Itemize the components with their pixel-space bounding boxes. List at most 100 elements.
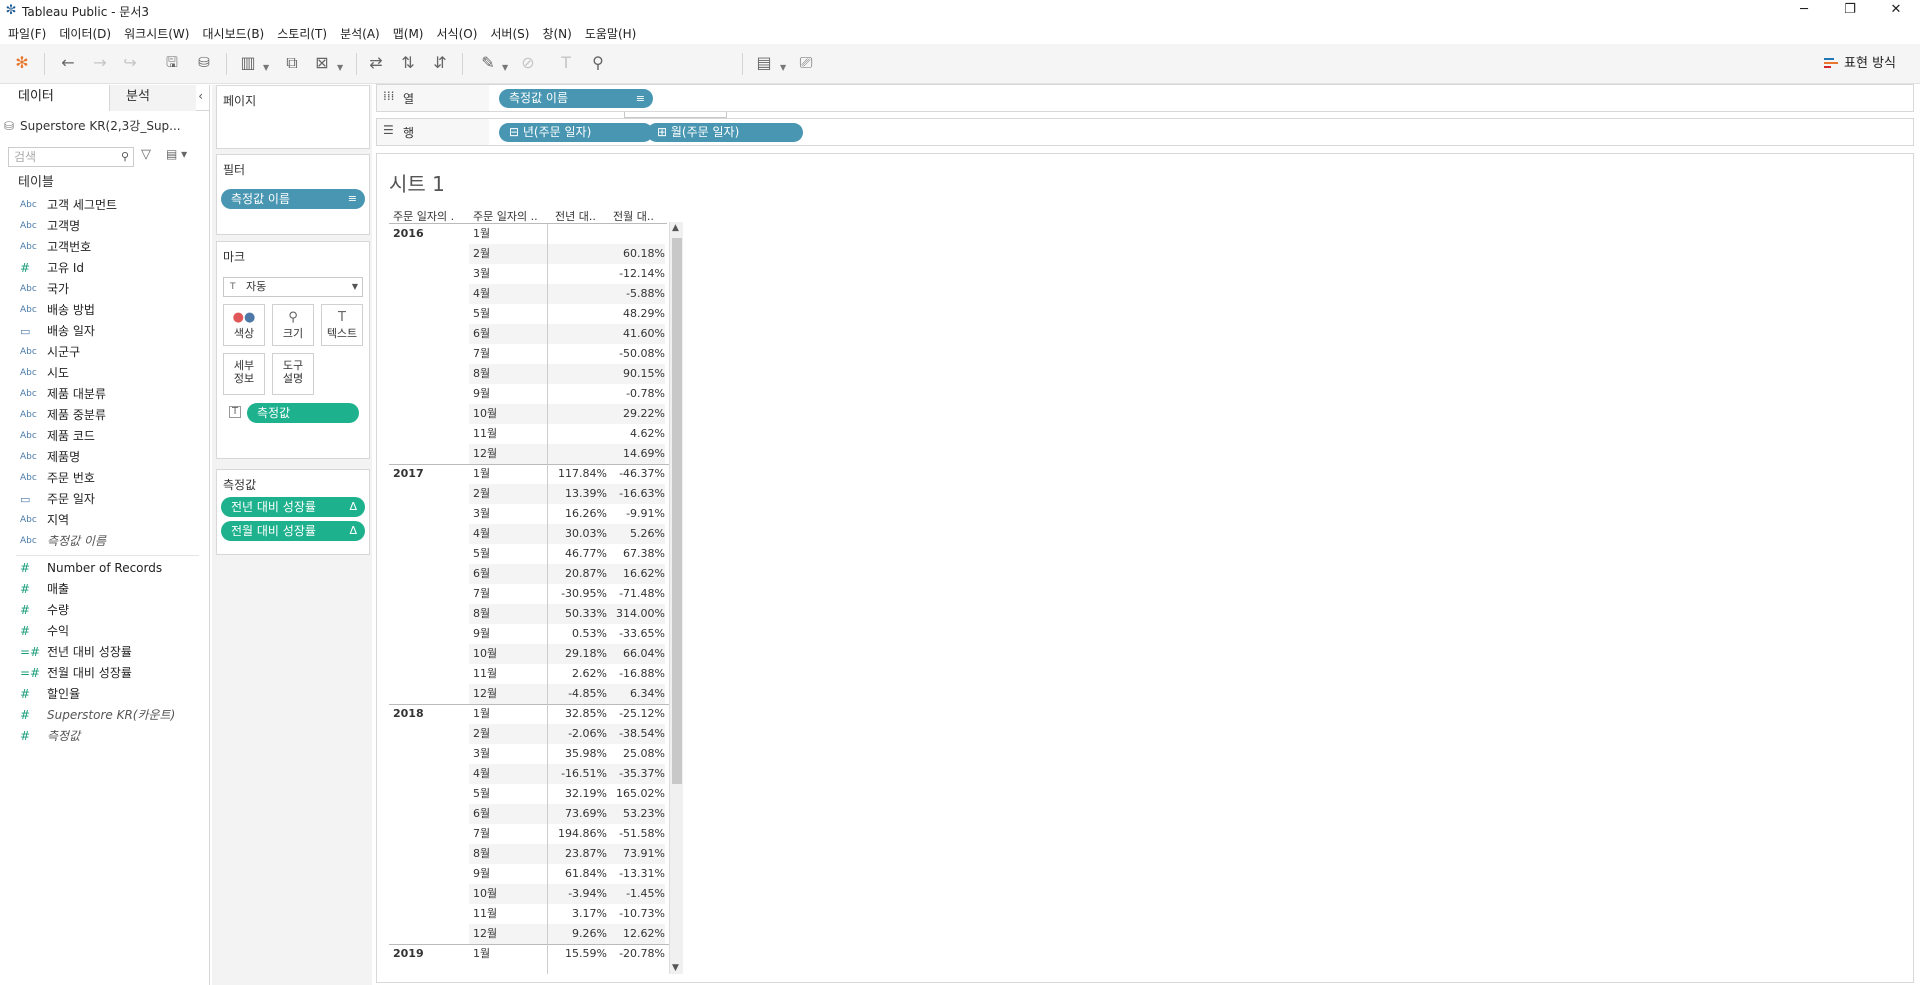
collapse-pane-icon[interactable]: ‹ bbox=[198, 89, 203, 103]
field-item[interactable]: # Number of Records bbox=[0, 558, 209, 579]
duplicate-sheet-icon[interactable]: ⧉ bbox=[280, 52, 304, 76]
yoy-growth-cell[interactable] bbox=[547, 424, 607, 444]
field-item[interactable]: Abc 국가 bbox=[0, 279, 209, 300]
scroll-thumb[interactable] bbox=[672, 238, 682, 784]
yoy-growth-cell[interactable]: 46.77% bbox=[547, 544, 607, 564]
table-row[interactable]: 12월 14.69% bbox=[389, 444, 669, 464]
field-item[interactable]: =# 전년 대비 성장률 bbox=[0, 642, 209, 663]
table-row[interactable]: 2월 60.18% bbox=[389, 244, 669, 264]
month-label[interactable]: 1월 bbox=[469, 944, 547, 964]
sort-ascending-icon[interactable]: ⇅ bbox=[396, 52, 420, 76]
yoy-growth-cell[interactable]: 117.84% bbox=[547, 464, 607, 484]
table-row[interactable]: 10월 -3.94% -1.45% bbox=[389, 884, 669, 904]
table-row[interactable]: 5월 48.29% bbox=[389, 304, 669, 324]
table-row[interactable]: 7월 194.86% -51.58% bbox=[389, 824, 669, 844]
month-label[interactable]: 3월 bbox=[469, 744, 547, 764]
month-label[interactable]: 2월 bbox=[469, 484, 547, 504]
month-label[interactable]: 7월 bbox=[469, 824, 547, 844]
table-row[interactable]: 5월 46.77% 67.38% bbox=[389, 544, 669, 564]
field-item[interactable]: # 매출 bbox=[0, 579, 209, 600]
mom-growth-cell[interactable]: -20.78% bbox=[607, 944, 665, 964]
swap-rows-columns-icon[interactable]: ⇄ bbox=[364, 52, 388, 76]
field-item[interactable]: # 수량 bbox=[0, 600, 209, 621]
field-item[interactable]: Abc 측정값 이름 bbox=[0, 531, 209, 552]
field-item[interactable]: # 고유 Id bbox=[0, 258, 209, 279]
close-button[interactable]: ✕ bbox=[1873, 0, 1919, 22]
month-label[interactable]: 9월 bbox=[469, 624, 547, 644]
mom-growth-cell[interactable]: -25.12% bbox=[607, 704, 665, 724]
month-label[interactable]: 6월 bbox=[469, 804, 547, 824]
month-label[interactable]: 6월 bbox=[469, 324, 547, 344]
mom-growth-cell[interactable]: 314.00% bbox=[607, 604, 665, 624]
month-label[interactable]: 9월 bbox=[469, 384, 547, 404]
yoy-growth-cell[interactable]: 3.17% bbox=[547, 904, 607, 924]
mom-growth-cell[interactable]: 4.62% bbox=[607, 424, 665, 444]
field-item[interactable]: # 수익 bbox=[0, 621, 209, 642]
sheet-title[interactable]: 시트 1 bbox=[389, 168, 445, 197]
replay-icon[interactable]: ↪ bbox=[118, 52, 142, 76]
table-row[interactable]: 8월 90.15% bbox=[389, 364, 669, 384]
table-row[interactable]: 9월 61.84% -13.31% bbox=[389, 864, 669, 884]
field-item[interactable]: Abc 주문 번호 bbox=[0, 468, 209, 489]
mom-growth-cell[interactable]: 165.02% bbox=[607, 784, 665, 804]
yoy-growth-cell[interactable]: 194.86% bbox=[547, 824, 607, 844]
yoy-growth-cell[interactable]: -30.95% bbox=[547, 584, 607, 604]
month-label[interactable]: 2월 bbox=[469, 244, 547, 264]
table-row[interactable]: 11월 2.62% -16.88% bbox=[389, 664, 669, 684]
month-label[interactable]: 11월 bbox=[469, 904, 547, 924]
mark-type-select[interactable]: T 자동 ▼ bbox=[223, 277, 363, 297]
undo-icon[interactable]: ← bbox=[56, 52, 80, 76]
table-row[interactable]: 3월 35.98% 25.08% bbox=[389, 744, 669, 764]
month-label[interactable]: 1월 bbox=[469, 464, 547, 484]
vertical-scrollbar[interactable]: ▲ ▼ bbox=[669, 222, 683, 974]
yoy-growth-cell[interactable] bbox=[547, 264, 607, 284]
yoy-growth-cell[interactable]: 32.19% bbox=[547, 784, 607, 804]
field-item[interactable]: Abc 제품 대분류 bbox=[0, 384, 209, 405]
field-item[interactable]: Abc 고객명 bbox=[0, 216, 209, 237]
show-me-button[interactable]: 표현 방식 bbox=[1824, 52, 1896, 76]
month-label[interactable]: 1월 bbox=[469, 704, 547, 724]
table-row[interactable]: 2월 13.39% -16.63% bbox=[389, 484, 669, 504]
yoy-growth-cell[interactable]: 30.03% bbox=[547, 524, 607, 544]
size-button[interactable]: ⚲ 크기 bbox=[272, 304, 314, 346]
month-label[interactable]: 10월 bbox=[469, 884, 547, 904]
month-label[interactable]: 5월 bbox=[469, 304, 547, 324]
month-label[interactable]: 6월 bbox=[469, 564, 547, 584]
menu-analysis[interactable]: 분석(A) bbox=[340, 25, 380, 42]
yoy-growth-cell[interactable] bbox=[547, 444, 607, 464]
field-item[interactable]: =# 전월 대비 성장률 bbox=[0, 663, 209, 684]
new-worksheet-icon[interactable]: ▥ bbox=[236, 52, 260, 76]
table-row[interactable]: 3월 -12.14% bbox=[389, 264, 669, 284]
mom-growth-cell[interactable]: 29.22% bbox=[607, 404, 665, 424]
field-item[interactable]: ▭ 배송 일자 bbox=[0, 321, 209, 342]
menu-worksheet[interactable]: 워크시트(W) bbox=[124, 25, 189, 42]
yoy-growth-cell[interactable]: 61.84% bbox=[547, 864, 607, 884]
table-row[interactable]: 8월 23.87% 73.91% bbox=[389, 844, 669, 864]
mom-growth-cell[interactable]: -1.45% bbox=[607, 884, 665, 904]
mom-growth-cell[interactable]: -9.91% bbox=[607, 504, 665, 524]
yoy-growth-cell[interactable]: 15.59% bbox=[547, 944, 607, 964]
table-row[interactable]: 4월 -5.88% bbox=[389, 284, 669, 304]
menu-window[interactable]: 창(N) bbox=[542, 25, 571, 42]
yoy-growth-cell[interactable]: 32.85% bbox=[547, 704, 607, 724]
mom-growth-cell[interactable]: -51.58% bbox=[607, 824, 665, 844]
save-icon[interactable]: 🖫 bbox=[160, 52, 184, 76]
field-item[interactable]: Abc 고객 세그먼트 bbox=[0, 195, 209, 216]
table-row[interactable]: 12월 9.26% 12.62% bbox=[389, 924, 669, 944]
mom-growth-cell[interactable] bbox=[607, 224, 665, 244]
month-label[interactable]: 12월 bbox=[469, 444, 547, 464]
mom-growth-cell[interactable]: -33.65% bbox=[607, 624, 665, 644]
month-label[interactable]: 8월 bbox=[469, 604, 547, 624]
year-label[interactable]: 2016 bbox=[393, 227, 424, 240]
header-year[interactable]: 주문 일자의 .. bbox=[393, 208, 455, 224]
menu-map[interactable]: 맵(M) bbox=[393, 25, 424, 42]
table-row[interactable]: 5월 32.19% 165.02% bbox=[389, 784, 669, 804]
mom-growth-cell[interactable]: -10.73% bbox=[607, 904, 665, 924]
mom-growth-cell[interactable]: 25.08% bbox=[607, 744, 665, 764]
month-label[interactable]: 1월 bbox=[469, 224, 547, 244]
table-row[interactable]: 10월 29.22% bbox=[389, 404, 669, 424]
tab-data[interactable]: 데이터 bbox=[0, 85, 110, 111]
table-row[interactable]: 3월 16.26% -9.91% bbox=[389, 504, 669, 524]
highlight-icon[interactable]: ✎ bbox=[476, 52, 500, 76]
yoy-growth-cell[interactable] bbox=[547, 244, 607, 264]
